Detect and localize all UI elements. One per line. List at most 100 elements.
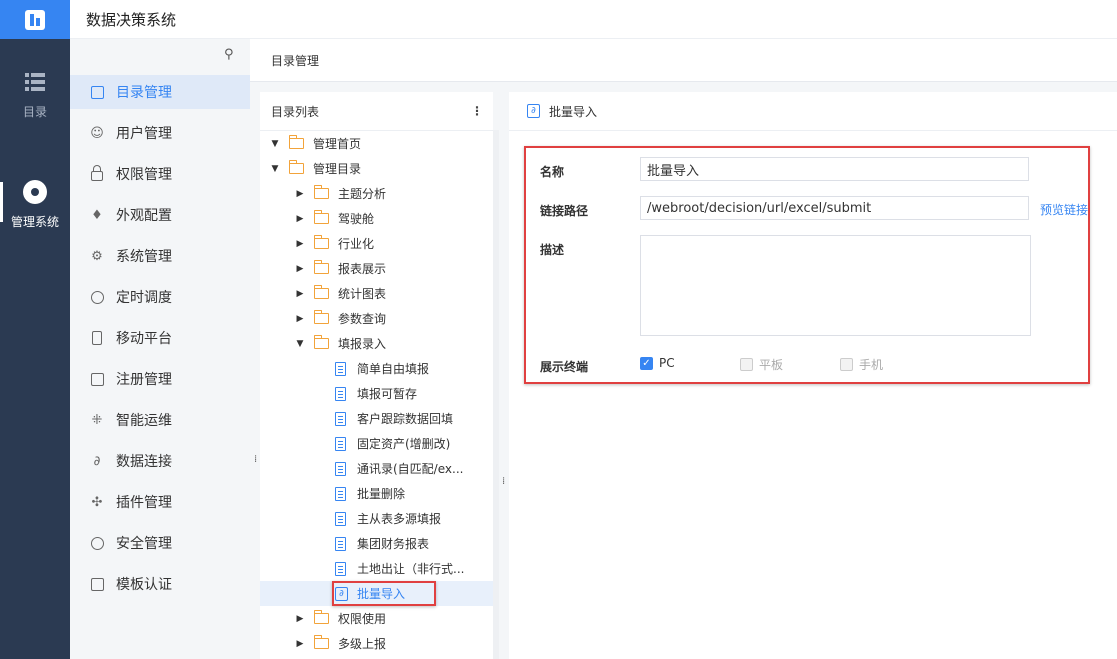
menu-item-register[interactable]: 注册管理 bbox=[70, 362, 250, 396]
tree-row[interactable]: ▶ 行业化 bbox=[260, 231, 493, 256]
caret-right-icon[interactable]: ▶ bbox=[295, 264, 305, 274]
menu-item-security[interactable]: 安全管理 bbox=[70, 526, 250, 560]
caret-down-icon[interactable]: ▼ bbox=[270, 139, 280, 149]
tree-row[interactable]: 简单自由填报 bbox=[260, 356, 493, 381]
name-value: 批量导入 bbox=[647, 163, 700, 179]
tree-row-label: 管理首页 bbox=[313, 137, 362, 151]
settings-icon: ⚙ bbox=[91, 248, 103, 264]
user-icon: ☺ bbox=[90, 125, 104, 141]
checkbox-label: 平板 bbox=[759, 358, 784, 372]
tree-row[interactable]: 填报可暂存 bbox=[260, 381, 493, 406]
checkbox-pc[interactable]: ✓ PC bbox=[640, 356, 675, 370]
path-label: 链接路径 bbox=[540, 204, 589, 218]
caret-right-icon[interactable]: ▶ bbox=[295, 639, 305, 649]
tree-row-label: 统计图表 bbox=[338, 287, 387, 301]
tree-row-label: 行业化 bbox=[338, 237, 375, 251]
caret-right-icon[interactable]: ▶ bbox=[295, 189, 305, 199]
description-textarea[interactable] bbox=[640, 235, 1031, 336]
tree-row[interactable]: ▼ 填报录入 bbox=[260, 331, 493, 356]
more-icon[interactable]: ⋮ bbox=[471, 104, 483, 118]
menu-item-label: 权限管理 bbox=[116, 167, 172, 183]
document-icon bbox=[335, 536, 346, 551]
menu-item-label: 插件管理 bbox=[116, 495, 172, 511]
tree-row[interactable]: ▶ 报表展示 bbox=[260, 256, 493, 281]
menu-item-label: 注册管理 bbox=[116, 372, 172, 388]
pin-icon[interactable]: ⚲ bbox=[224, 47, 234, 62]
app-logo[interactable] bbox=[0, 0, 70, 39]
tree-row[interactable]: ▶ 统计图表 bbox=[260, 281, 493, 306]
path-field[interactable]: /webroot/decision/url/excel/submit bbox=[640, 196, 1029, 220]
menu-item-ops[interactable]: ⁜ 智能运维 bbox=[70, 403, 250, 437]
tree-row[interactable]: ▶ 主题分析 bbox=[260, 181, 493, 206]
document-icon bbox=[335, 511, 346, 526]
menu-item-schedule[interactable]: 定时调度 bbox=[70, 280, 250, 314]
caret-down-icon[interactable]: ▼ bbox=[270, 164, 280, 174]
checkbox-tablet[interactable]: 平板 bbox=[740, 356, 783, 373]
tree-resize-handle[interactable]: ⁞ bbox=[502, 477, 505, 487]
caret-right-icon[interactable]: ▶ bbox=[295, 614, 305, 624]
tree-row-label: 多级上报 bbox=[338, 637, 387, 651]
tree-row[interactable]: ▶ 参数查询 bbox=[260, 306, 493, 331]
tree-row-label: 主题分析 bbox=[338, 187, 387, 201]
menu-item-appearance[interactable]: ♦ 外观配置 bbox=[70, 198, 250, 232]
caret-right-icon[interactable]: ▶ bbox=[295, 214, 305, 224]
rail-item-label: 管理系统 bbox=[10, 214, 59, 229]
left-rail: 目录 管理系统 bbox=[0, 0, 70, 659]
menu-item-system[interactable]: ⚙ 系统管理 bbox=[70, 239, 250, 273]
name-field[interactable]: 批量导入 bbox=[640, 157, 1029, 181]
folder-icon bbox=[289, 160, 304, 174]
checkbox-box bbox=[840, 358, 853, 371]
tree-row-label: 固定资产(增删改) bbox=[357, 437, 451, 451]
menu-item-label: 智能运维 bbox=[116, 413, 172, 429]
menu-item-permission[interactable]: 权限管理 bbox=[70, 157, 250, 191]
tree-row-label: 简单自由填报 bbox=[357, 362, 430, 376]
caret-down-icon[interactable]: ▼ bbox=[295, 339, 305, 349]
path-value: /webroot/decision/url/excel/submit bbox=[647, 200, 872, 216]
mobile-icon bbox=[90, 331, 104, 345]
tree-row-label: 土地出让（非行式... bbox=[357, 562, 465, 576]
menu-resize-handle[interactable]: ⁞ bbox=[254, 455, 257, 465]
folder-icon bbox=[314, 235, 329, 249]
tree-scrollbar[interactable] bbox=[493, 130, 499, 659]
tree-row[interactable]: 批量删除 bbox=[260, 481, 493, 506]
tree-row[interactable]: ▼ 管理首页 bbox=[260, 131, 493, 156]
tree-row[interactable]: ▼ 管理目录 bbox=[260, 156, 493, 181]
menu-item-label: 安全管理 bbox=[116, 536, 172, 552]
tree-row[interactable]: ▶ 权限使用 bbox=[260, 606, 493, 631]
detail-title: 批量导入 bbox=[549, 104, 598, 119]
folder-icon bbox=[314, 285, 329, 299]
menu-item-mobile[interactable]: 移动平台 bbox=[70, 321, 250, 355]
tree-header: 目录列表 ⋮ bbox=[260, 92, 493, 131]
rail-item-management[interactable]: 管理系统 bbox=[0, 168, 70, 242]
caret-right-icon[interactable]: ▶ bbox=[295, 289, 305, 299]
tree-row-label: 主从表多源填报 bbox=[357, 512, 442, 526]
checkbox-phone[interactable]: 手机 bbox=[840, 356, 883, 373]
tree-row[interactable]: 通讯录(自匹配/ex... bbox=[260, 456, 493, 481]
tree-row[interactable]: 主从表多源填报 bbox=[260, 506, 493, 531]
folder-icon bbox=[314, 185, 329, 199]
gear-icon bbox=[25, 181, 45, 202]
caret-right-icon[interactable]: ▶ bbox=[295, 314, 305, 324]
tree-row[interactable]: ▶ 驾驶舱 bbox=[260, 206, 493, 231]
menu-item-data-connection[interactable]: ∂ 数据连接 bbox=[70, 444, 250, 478]
menu-item-catalog[interactable]: 目录管理 bbox=[70, 75, 250, 109]
tree-row[interactable]: 土地出让（非行式... bbox=[260, 556, 493, 581]
rail-item-catalog[interactable]: 目录 bbox=[0, 58, 70, 132]
tree-row[interactable]: 客户跟踪数据回填 bbox=[260, 406, 493, 431]
tree-row[interactable]: 集团财务报表 bbox=[260, 531, 493, 556]
register-icon bbox=[90, 372, 104, 386]
preview-link[interactable]: 预览链接 bbox=[1040, 201, 1088, 218]
tree-row[interactable]: 固定资产(增删改) bbox=[260, 431, 493, 456]
plugin-icon: ✣ bbox=[91, 494, 103, 510]
menu-item-plugins[interactable]: ✣ 插件管理 bbox=[70, 485, 250, 519]
tree-row-label: 集团财务报表 bbox=[357, 537, 430, 551]
tree-row-label: 报表展示 bbox=[338, 262, 387, 276]
menu-item-template[interactable]: 模板认证 bbox=[70, 567, 250, 601]
tree-row[interactable]: ▶ 多级上报 bbox=[260, 631, 493, 656]
document-icon bbox=[335, 386, 346, 401]
app-title: 数据决策系统 bbox=[86, 10, 177, 29]
menu-item-users[interactable]: ☺ 用户管理 bbox=[70, 116, 250, 150]
terminal-label: 展示终端 bbox=[540, 360, 589, 374]
caret-right-icon[interactable]: ▶ bbox=[295, 239, 305, 249]
list-icon bbox=[25, 72, 45, 91]
